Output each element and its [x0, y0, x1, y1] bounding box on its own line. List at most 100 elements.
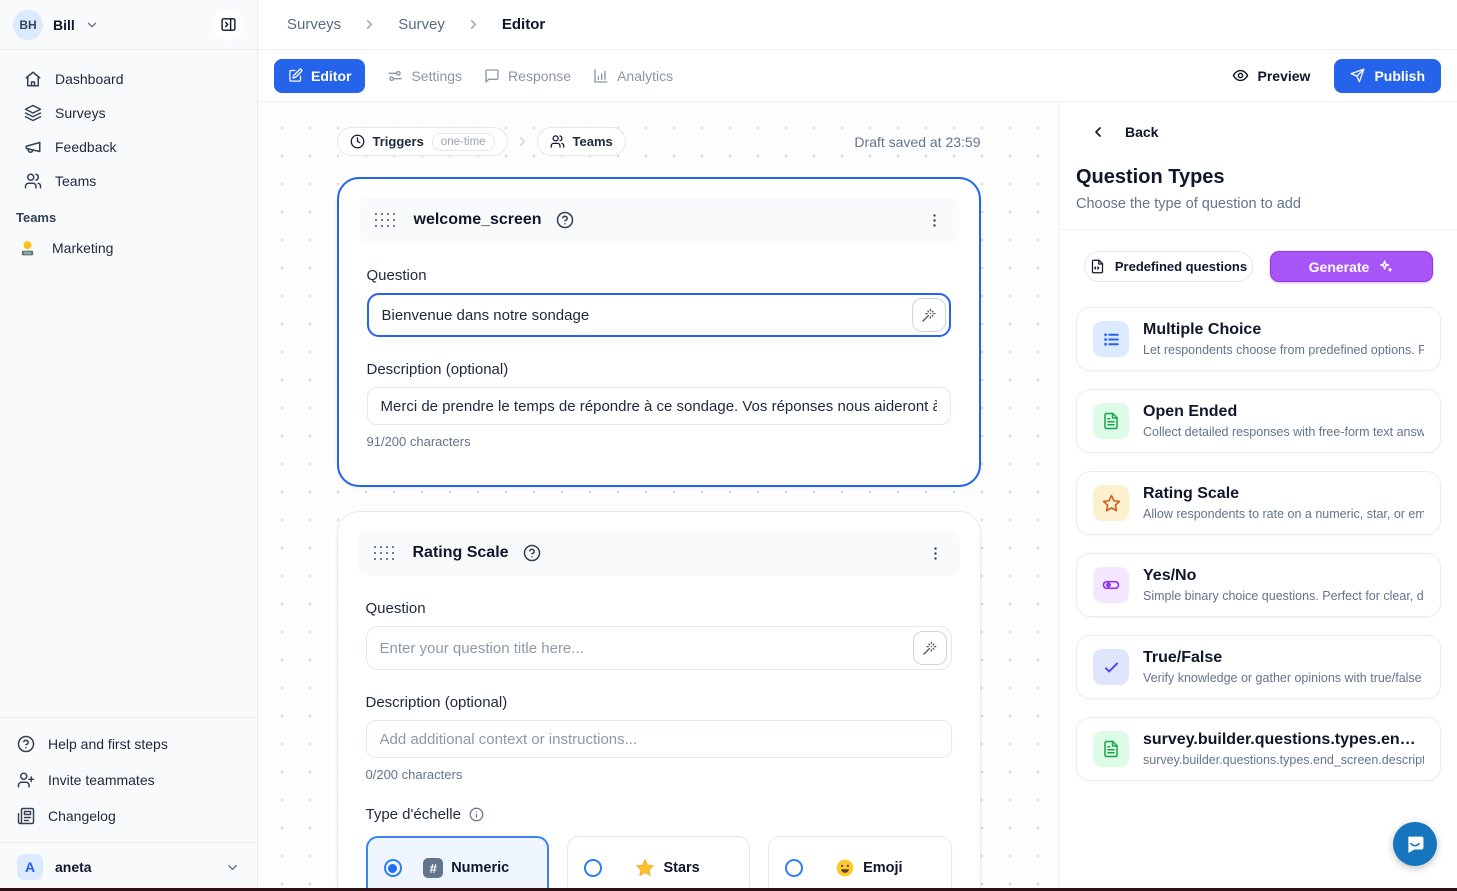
sidebar-item-changelog[interactable]: Changelog	[0, 798, 257, 834]
sidebar-item-invite[interactable]: Invite teammates	[0, 762, 257, 798]
sidebar: BH Bill Dashboard Surveys Feedback	[0, 0, 258, 891]
kebab-menu-icon[interactable]	[926, 212, 943, 229]
file-code-icon	[1090, 259, 1105, 274]
drag-handle-icon[interactable]	[374, 546, 395, 561]
info-icon[interactable]	[469, 807, 484, 822]
sidebar-item-help[interactable]: Help and first steps	[0, 726, 257, 762]
chevron-down-icon	[85, 18, 99, 32]
kebab-menu-icon[interactable]	[927, 545, 944, 562]
send-icon	[1350, 68, 1365, 83]
tab-editor[interactable]: Editor	[274, 59, 365, 93]
type-description: Collect detailed responses with free-for…	[1143, 425, 1424, 439]
preview-button[interactable]: Preview	[1232, 67, 1311, 84]
help-circle-icon[interactable]	[556, 211, 574, 229]
question-card-welcome[interactable]: welcome_screen Question	[337, 177, 981, 487]
type-card-yes-no[interactable]: Yes/No Simple binary choice questions. P…	[1076, 553, 1441, 617]
document-icon	[1093, 403, 1129, 439]
tab-settings[interactable]: Settings	[387, 68, 462, 84]
users-icon	[550, 134, 565, 149]
radio-unselected[interactable]	[584, 859, 602, 877]
tab-label: Editor	[311, 68, 351, 84]
scale-type-label-text: Type d'échelle	[366, 806, 461, 823]
radio-selected[interactable]	[384, 859, 402, 877]
card-title: welcome_screen	[414, 211, 542, 229]
type-title: True/False	[1143, 649, 1424, 667]
question-description-input[interactable]	[367, 387, 951, 425]
sidebar-item-label: Help and first steps	[48, 736, 168, 752]
question-title-input[interactable]	[366, 626, 952, 670]
star-emoji-icon	[635, 858, 655, 878]
sidebar-item-surveys[interactable]: Surveys	[0, 96, 257, 130]
bar-chart-icon	[593, 68, 609, 84]
sidebar-item-label: Dashboard	[55, 71, 124, 87]
sidebar-user-row[interactable]: BH Bill	[0, 0, 257, 50]
message-icon	[484, 68, 500, 84]
tab-response[interactable]: Response	[484, 68, 571, 84]
panel-actions: Predefined questions Generate	[1076, 251, 1441, 282]
type-card-open-ended[interactable]: Open Ended Collect detailed responses wi…	[1076, 389, 1441, 453]
publish-button[interactable]: Publish	[1334, 59, 1441, 93]
scale-type-options: # Numeric Stars	[366, 836, 952, 891]
list-icon	[1093, 321, 1129, 357]
type-description: Simple binary choice questions. Perfect …	[1143, 589, 1424, 603]
triggers-label: Triggers	[373, 134, 424, 149]
sidebar-item-feedback[interactable]: Feedback	[0, 130, 257, 164]
description-label: Description (optional)	[367, 361, 951, 378]
eye-icon	[1232, 67, 1249, 84]
ai-rewrite-button[interactable]	[912, 298, 946, 332]
scale-option-label: Emoji	[863, 860, 902, 876]
main-area: Surveys Survey Editor Editor Settings Re…	[258, 0, 1457, 891]
teams-chip[interactable]: Teams	[537, 127, 626, 156]
generate-button[interactable]: Generate	[1270, 251, 1433, 282]
scale-type-label: Type d'échelle	[366, 806, 952, 823]
card-header: welcome_screen	[359, 197, 959, 243]
tab-analytics[interactable]: Analytics	[593, 68, 673, 84]
tab-label: Response	[508, 68, 571, 84]
megaphone-icon	[24, 138, 42, 156]
scale-option-stars[interactable]: Stars	[567, 836, 750, 891]
description-label: Description (optional)	[366, 694, 952, 711]
sidebar-item-dashboard[interactable]: Dashboard	[0, 62, 257, 96]
collapse-sidebar-button[interactable]	[212, 9, 244, 41]
question-types-panel: Back Question Types Choose the type of q…	[1059, 102, 1457, 891]
workspace-switcher[interactable]: A aneta	[0, 842, 257, 891]
type-title: Open Ended	[1143, 403, 1424, 421]
question-label: Question	[366, 600, 952, 617]
draft-status: Draft saved at 23:59	[854, 134, 980, 150]
question-description-input[interactable]	[366, 720, 952, 758]
radio-unselected[interactable]	[785, 859, 803, 877]
type-description: Verify knowledge or gather opinions with…	[1143, 671, 1424, 685]
magic-wand-icon	[921, 308, 936, 323]
predefined-questions-button[interactable]: Predefined questions	[1084, 251, 1253, 282]
char-count: 91/200 characters	[367, 434, 951, 449]
scale-option-emoji[interactable]: Emoji	[768, 836, 951, 891]
sidebar-item-teams[interactable]: Teams	[0, 164, 257, 198]
question-card-rating[interactable]: Rating Scale Question	[337, 511, 981, 891]
question-label: Question	[367, 267, 951, 284]
teams-label: Teams	[573, 134, 613, 149]
type-card-rating-scale[interactable]: Rating Scale Allow respondents to rate o…	[1076, 471, 1441, 535]
sidebar-section-teams: Teams	[0, 198, 257, 231]
back-button[interactable]: Back	[1076, 124, 1441, 140]
type-card-true-false[interactable]: True/False Verify knowledge or gather op…	[1076, 635, 1441, 699]
scale-option-numeric[interactable]: # Numeric	[366, 836, 549, 891]
help-circle-icon	[17, 735, 35, 753]
type-card-multiple-choice[interactable]: Multiple Choice Let respondents choose f…	[1076, 307, 1441, 371]
chat-widget-button[interactable]	[1393, 822, 1437, 866]
triggers-chip[interactable]: Triggers one-time	[337, 127, 508, 156]
help-circle-icon[interactable]	[523, 544, 541, 562]
ai-rewrite-button[interactable]	[913, 631, 947, 665]
type-card-end-screen[interactable]: survey.builder.questions.types.end_scr..…	[1076, 717, 1441, 781]
drag-handle-icon[interactable]	[375, 213, 396, 228]
chevron-left-icon	[1090, 124, 1106, 140]
type-title: Yes/No	[1143, 567, 1424, 585]
breadcrumb-surveys[interactable]: Surveys	[287, 16, 341, 33]
app-root: BH Bill Dashboard Surveys Feedback	[0, 0, 1457, 891]
type-description: survey.builder.questions.types.end_scree…	[1143, 753, 1424, 767]
check-icon	[1093, 649, 1129, 685]
sidebar-team-marketing[interactable]: Marketing	[0, 231, 257, 265]
question-title-input[interactable]	[367, 293, 951, 337]
sidebar-nav: Dashboard Surveys Feedback Teams Teams M…	[0, 50, 257, 265]
card-header: Rating Scale	[358, 530, 960, 576]
breadcrumb-survey[interactable]: Survey	[398, 16, 445, 33]
